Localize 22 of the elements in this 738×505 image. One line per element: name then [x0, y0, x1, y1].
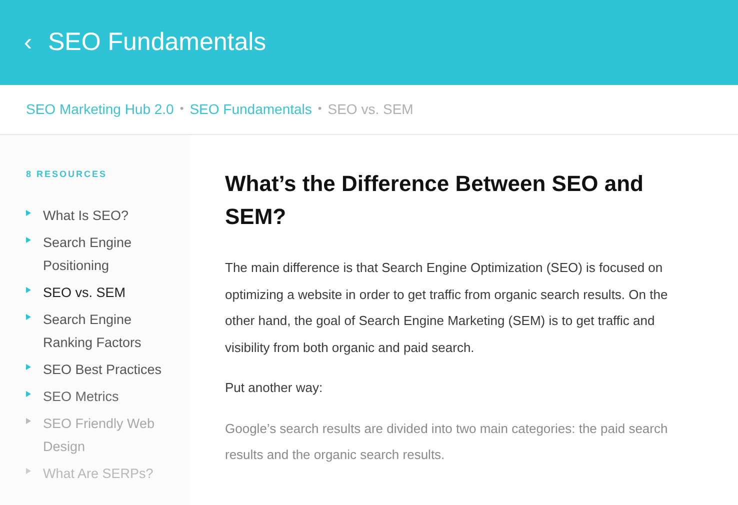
sidebar-item[interactable]: SEO Metrics: [43, 384, 119, 408]
sidebar-item[interactable]: Search Engine Ranking Factors: [43, 308, 182, 354]
triangle-icon: [26, 236, 31, 242]
triangle-icon: [26, 418, 31, 424]
sidebar-item[interactable]: SEO Best Practices: [43, 358, 162, 380]
resources-heading: 8 RESOURCES: [26, 168, 108, 181]
article-title: What’s the Difference Between SEO and SEM?: [225, 170, 644, 231]
triangle-icon: [26, 286, 31, 292]
triangle-icon: [26, 210, 31, 216]
sidebar-item[interactable]: Search Engine Positioning: [43, 230, 182, 276]
sidebar-item[interactable]: What Is SEO?: [43, 204, 129, 226]
paragraph: Google’s search results are divided into two main categories: the paid search results and the organic search results.: [225, 420, 669, 464]
breadcrumb-separator: •: [180, 102, 184, 118]
triangle-icon: [26, 468, 31, 474]
paragraph: The main difference is that Search Engine Optimization (SEO) is focused on optimizing a website in order to get traffic from organic search results. On the other hand, the goal of Search Engine Marketing (SEM) is to get traffic and visibility from both organic and paid search.: [225, 259, 669, 357]
page-title: SEO Fundamentals: [48, 26, 266, 58]
breadcrumb-separator: •: [318, 102, 322, 118]
paragraph: Put another way:: [225, 379, 324, 397]
triangle-icon: [26, 364, 31, 370]
sidebar-item[interactable]: SEO vs. SEM: [43, 280, 126, 304]
triangle-icon: [26, 390, 31, 396]
triangle-icon: [26, 314, 31, 320]
